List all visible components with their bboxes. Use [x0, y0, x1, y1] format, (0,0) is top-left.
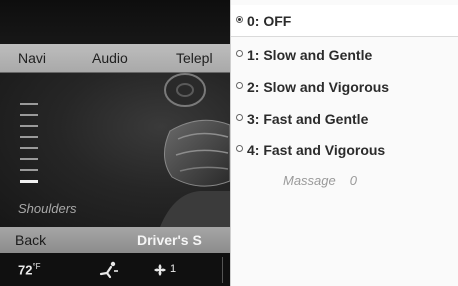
- menu-item-fast-vigorous[interactable]: 4: Fast and Vigorous: [231, 134, 458, 166]
- massage-status-value: 0: [349, 173, 357, 188]
- intensity-level-indicator: [20, 103, 38, 192]
- back-button[interactable]: Back: [15, 232, 46, 248]
- level-bar: [20, 169, 38, 171]
- radio-selected-icon: [236, 16, 243, 23]
- level-bar-active: [20, 180, 38, 183]
- menu-item-fast-gentle[interactable]: 3: Fast and Gentle: [231, 103, 458, 135]
- menu-item-label: 1: Slow and Gentle: [247, 47, 373, 63]
- bottom-action-bar: Back Driver's S: [0, 227, 230, 253]
- menu-item-off[interactable]: 0: OFF: [231, 5, 458, 37]
- radio-icon: [236, 50, 243, 57]
- radio-icon: [236, 82, 243, 89]
- level-bar: [20, 103, 38, 105]
- climate-status-bar: 72°F 1: [0, 253, 230, 286]
- nav-item-audio[interactable]: Audio: [92, 50, 128, 66]
- seat-view: Shoulders: [0, 73, 230, 227]
- level-bar: [20, 147, 38, 149]
- temperature-unit: °F: [32, 262, 41, 271]
- seat-illustration-icon: [160, 73, 230, 227]
- seat-zone-label: Shoulders: [18, 201, 77, 216]
- level-bar: [20, 136, 38, 138]
- main-navbar: Navi Audio Telepl: [0, 44, 230, 73]
- drivers-seat-tab[interactable]: Driver's S: [137, 232, 202, 248]
- massage-status-label: Massage: [283, 173, 336, 188]
- airflow-icon[interactable]: [98, 261, 120, 279]
- nav-item-navi[interactable]: Navi: [18, 50, 46, 66]
- nav-item-telephone[interactable]: Telepl: [176, 50, 213, 66]
- menu-item-label: 4: Fast and Vigorous: [247, 142, 386, 158]
- fan-icon[interactable]: [154, 264, 166, 276]
- divider: [222, 257, 223, 283]
- level-bar: [20, 158, 38, 160]
- massage-program-menu: 0: OFF 1: Slow and Gentle 2: Slow and Vi…: [230, 0, 458, 286]
- fan-level-value: 1: [170, 263, 177, 275]
- temperature-value: 72: [18, 262, 33, 278]
- massage-status: Massage 0: [283, 173, 357, 188]
- level-bar: [20, 114, 38, 116]
- level-bar: [20, 125, 38, 127]
- menu-item-slow-gentle[interactable]: 1: Slow and Gentle: [231, 39, 458, 71]
- menu-item-label: 0: OFF: [247, 13, 292, 29]
- menu-item-label: 2: Slow and Vigorous: [247, 79, 390, 95]
- menu-item-slow-vigorous[interactable]: 2: Slow and Vigorous: [231, 71, 458, 103]
- header-strip: [0, 0, 230, 44]
- radio-icon: [236, 145, 243, 152]
- seat-settings-screen: Navi Audio Telepl Shoulders Back Driver'…: [0, 0, 230, 286]
- radio-icon: [236, 114, 243, 121]
- menu-item-label: 3: Fast and Gentle: [247, 111, 369, 127]
- temperature-readout[interactable]: 72°F: [18, 262, 41, 277]
